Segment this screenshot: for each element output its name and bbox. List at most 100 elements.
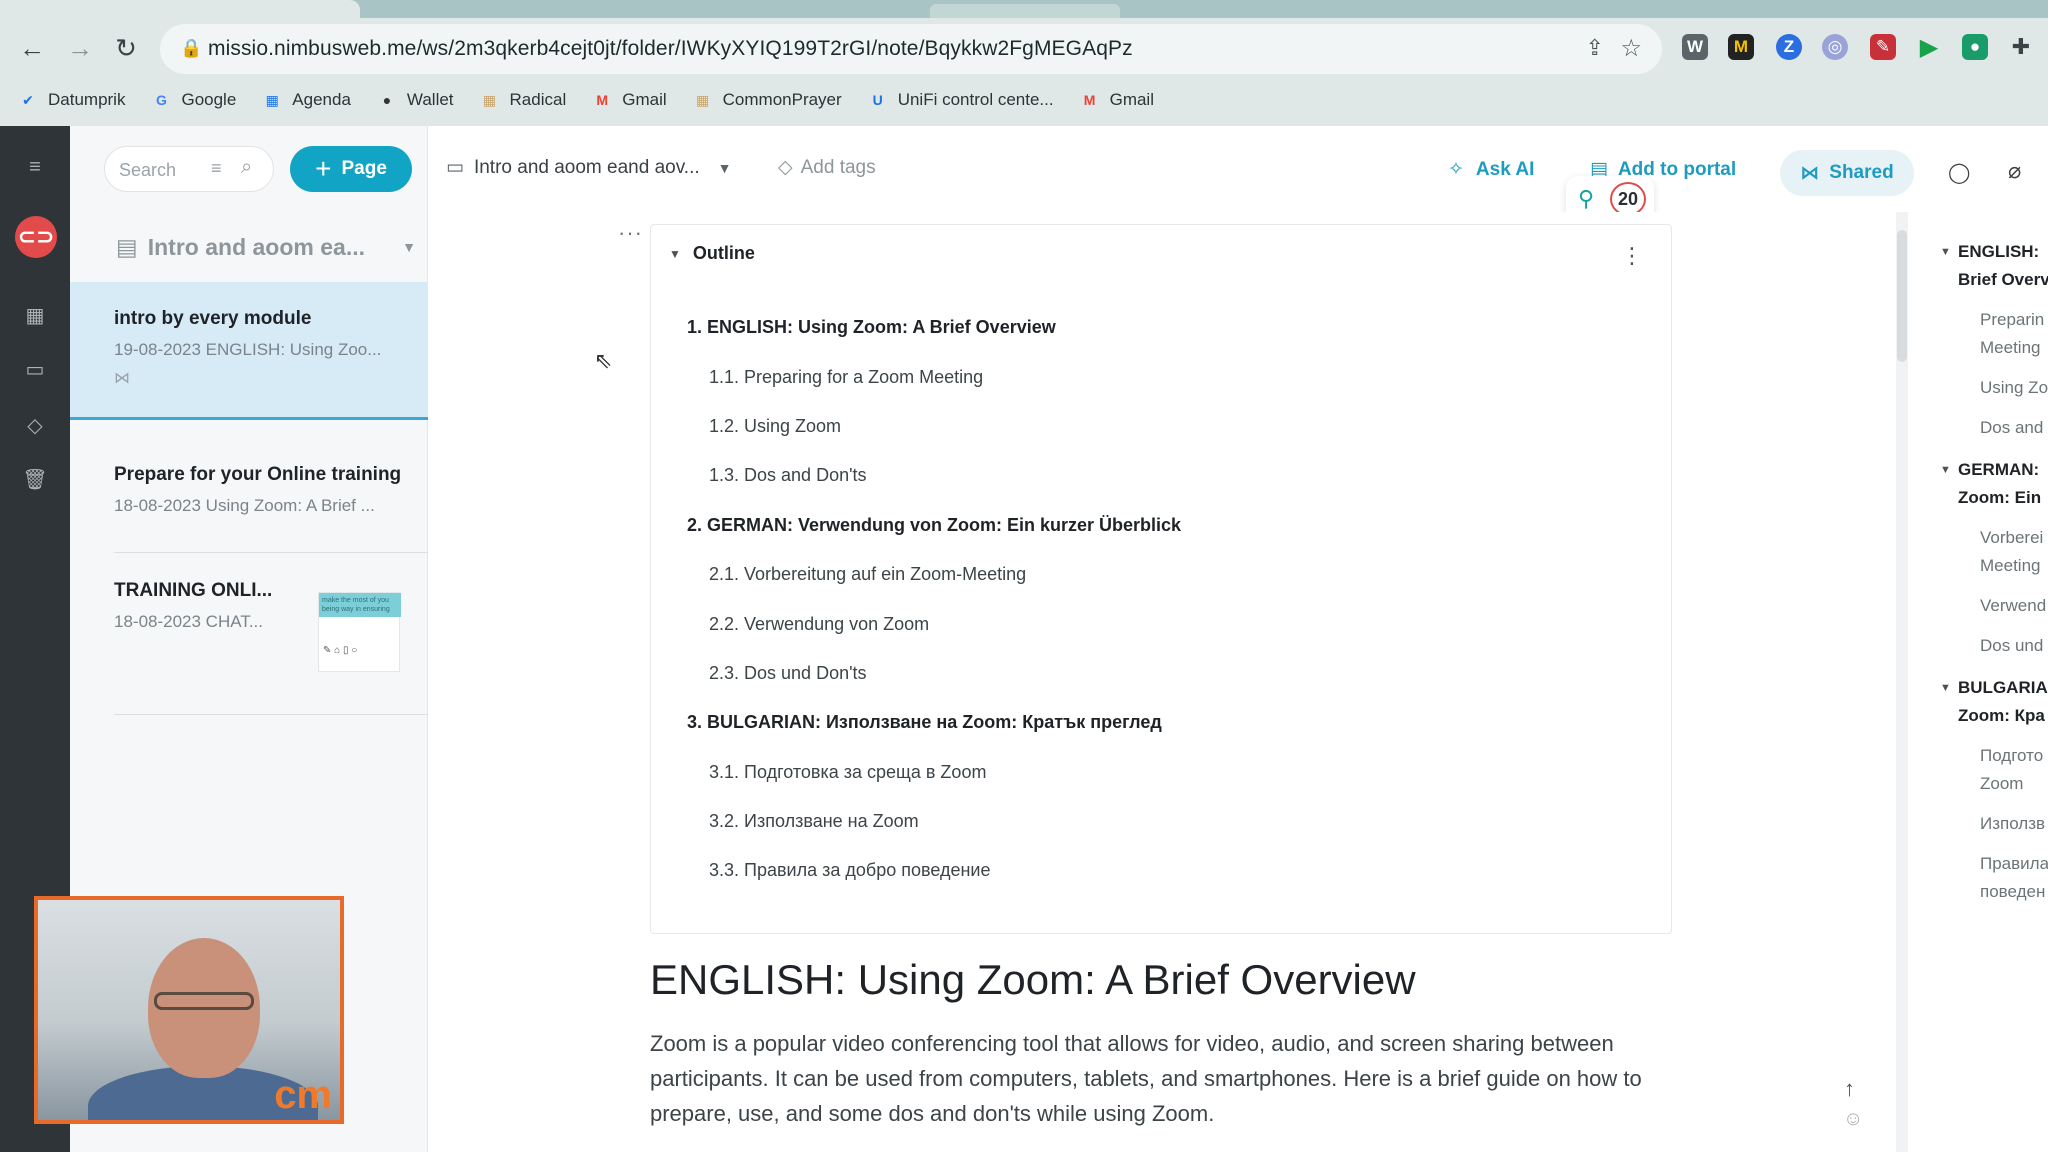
- toc-subitem[interactable]: Подгото: [1980, 746, 2043, 766]
- toc-subitem[interactable]: Using Zo: [1980, 378, 2048, 398]
- search-icon[interactable]: ⌕: [241, 156, 252, 179]
- folder-icon[interactable]: ▭: [22, 356, 48, 382]
- forward-button[interactable]: →: [62, 30, 98, 66]
- extension-green-icon[interactable]: ●: [1962, 34, 1988, 60]
- note-item-prepare[interactable]: Prepare for your Online training 18-08-2…: [70, 444, 428, 554]
- chevron-down-icon[interactable]: ▼: [402, 239, 416, 255]
- trash-icon[interactable]: 🗑: [22, 466, 48, 492]
- filter-icon[interactable]: ≡: [211, 158, 222, 179]
- url-text[interactable]: missio.nimbusweb.me/ws/2m3qkerb4cejt0jt/…: [208, 37, 1133, 61]
- outline-item[interactable]: 3.1. Подготовка за среща в Zoom: [687, 748, 1181, 797]
- bookmark-item[interactable]: ● Wallet: [377, 86, 454, 114]
- bookmark-star-icon[interactable]: ☆: [1620, 34, 1642, 63]
- collapse-triangle-icon[interactable]: ▼: [669, 247, 681, 261]
- note-item-training[interactable]: TRAINING ONLI... 18-08-2023 CHAT... make…: [70, 554, 428, 694]
- outline-item[interactable]: 2.2. Verwendung von Zoom: [687, 599, 1181, 648]
- divider: [114, 552, 428, 553]
- toc-subitem[interactable]: Meeting: [1980, 338, 2040, 358]
- active-tab[interactable]: [0, 0, 360, 18]
- toc-heading[interactable]: BULGARIA: [1958, 678, 2048, 698]
- bookmark-item[interactable]: ▦ Radical: [480, 86, 566, 114]
- section-paragraph[interactable]: Zoom is a popular video conferencing too…: [650, 1026, 1660, 1131]
- chevron-down-icon[interactable]: ▼: [718, 160, 732, 176]
- dashboard-grid-icon[interactable]: ▦: [22, 302, 48, 328]
- toc-heading[interactable]: ENGLISH:: [1958, 242, 2039, 262]
- toc-subitem[interactable]: Dos and: [1980, 418, 2043, 438]
- extension-m-icon[interactable]: M: [1728, 34, 1754, 60]
- editor-scrollbar[interactable]: [1896, 212, 1908, 1152]
- toc-heading[interactable]: Brief Overv: [1958, 270, 2048, 290]
- toc-heading[interactable]: Zoom: Ein: [1958, 488, 2041, 508]
- google-icon: G: [156, 92, 167, 108]
- bookmark-item[interactable]: ✔ Datumprik: [18, 86, 125, 114]
- scrollbar-thumb[interactable]: [1897, 230, 1907, 362]
- bookmark-item[interactable]: ▦ CommonPrayer: [693, 86, 842, 114]
- bookmark-item[interactable]: M Gmail: [592, 86, 666, 114]
- toc-heading[interactable]: GERMAN:: [1958, 460, 2039, 480]
- reload-button[interactable]: ↻: [108, 30, 144, 66]
- toc-collapse-icon[interactable]: ▼: [1940, 246, 1951, 258]
- outline-item[interactable]: 1.3. Dos and Don'ts: [687, 451, 1181, 500]
- outline-item[interactable]: 2.1. Vorbereitung auf ein Zoom-Meeting: [687, 550, 1181, 599]
- toc-subitem[interactable]: Meeting: [1980, 556, 2040, 576]
- section-heading[interactable]: ENGLISH: Using Zoom: A Brief Overview: [650, 956, 1416, 1004]
- extensions-puzzle-icon[interactable]: ✚: [2008, 34, 2034, 60]
- new-page-button[interactable]: + Page: [290, 146, 412, 192]
- toc-subitem[interactable]: Preparin: [1980, 310, 2044, 330]
- bookmark-label: Datumprik: [48, 90, 126, 109]
- outline-item[interactable]: 2. GERMAN: Verwendung von Zoom: Ein kurz…: [687, 501, 1181, 550]
- toc-subitem[interactable]: Използв: [1980, 814, 2045, 834]
- outline-item[interactable]: 3.2. Използване на Zoom: [687, 797, 1181, 846]
- bookmark-item[interactable]: U UniFi control cente...: [868, 86, 1054, 114]
- outline-list: 1. ENGLISH: Using Zoom: A Brief Overview…: [687, 303, 1181, 896]
- shared-button[interactable]: ⋈ Shared: [1780, 150, 1914, 196]
- toc-subitem[interactable]: поведен: [1980, 882, 2045, 902]
- breadcrumb[interactable]: ▭ Intro and aoom eand aov... ▼: [446, 156, 732, 179]
- outline-item[interactable]: 3.3. Правила за добро поведение: [687, 846, 1181, 895]
- toc-heading[interactable]: Zoom: Кра: [1958, 706, 2045, 726]
- ask-ai-button[interactable]: ✧ Ask AI: [1448, 158, 1534, 181]
- note-subtitle: 18-08-2023 CHAT...: [114, 612, 263, 631]
- emoji-icon[interactable]: ☺: [1843, 1108, 1863, 1131]
- extension-pdf-icon[interactable]: ✎: [1870, 34, 1896, 60]
- comments-icon[interactable]: ◯: [1948, 160, 1970, 185]
- note-item-intro[interactable]: intro by every module 19-08-2023 ENGLISH…: [70, 282, 428, 420]
- outline-header[interactable]: ▼ Outline: [669, 243, 755, 264]
- address-bar[interactable]: 🔒 missio.nimbusweb.me/ws/2m3qkerb4cejt0j…: [160, 24, 1662, 74]
- search-input[interactable]: Search ≡ ⌕: [104, 146, 274, 192]
- outline-title: Outline: [692, 243, 755, 263]
- kebab-menu-icon[interactable]: ⋮: [1621, 243, 1643, 269]
- extension-w-icon[interactable]: W: [1682, 34, 1708, 60]
- shared-icon: ⋈: [114, 370, 130, 387]
- extension-play-icon[interactable]: ▶: [1916, 34, 1942, 61]
- outline-item[interactable]: 1.1. Preparing for a Zoom Meeting: [687, 352, 1181, 401]
- menu-icon[interactable]: ≡: [22, 154, 48, 180]
- scroll-to-top-icon[interactable]: ↑: [1844, 1076, 1855, 1102]
- tag-icon[interactable]: ◇: [22, 412, 48, 438]
- toc-subitem[interactable]: Правила: [1980, 854, 2048, 874]
- outline-item[interactable]: 1. ENGLISH: Using Zoom: A Brief Overview: [687, 303, 1181, 352]
- outline-item[interactable]: 2.3. Dos und Don'ts: [687, 649, 1181, 698]
- note-editor[interactable]: ··· ▼ Outline ⋮ 1. ENGLISH: Using Zoom: …: [428, 212, 1896, 1152]
- browser-tab[interactable]: [930, 4, 1120, 18]
- toc-subitem[interactable]: Verwend: [1980, 596, 2046, 616]
- extension-z-icon[interactable]: Z: [1776, 34, 1802, 60]
- bookmark-item[interactable]: G Google: [151, 86, 236, 114]
- back-button[interactable]: ←: [14, 30, 50, 66]
- block-options-icon[interactable]: ···: [618, 220, 643, 246]
- outline-item[interactable]: 1.2. Using Zoom: [687, 402, 1181, 451]
- toc-subitem[interactable]: Zoom: [1980, 774, 2023, 794]
- outline-item[interactable]: 3. BULGARIAN: Използване на Zoom: Кратък…: [687, 698, 1181, 747]
- extension-circle-icon[interactable]: ◎: [1822, 34, 1848, 60]
- folder-title[interactable]: ▤ Intro and aoom ea... ▼: [116, 230, 416, 264]
- workspace-logo[interactable]: ⊂⊃: [15, 216, 57, 258]
- toc-subitem[interactable]: Dos und: [1980, 636, 2043, 656]
- share-page-icon[interactable]: ⇪: [1586, 35, 1604, 61]
- bookmark-item[interactable]: M Gmail: [1080, 86, 1154, 114]
- bookmark-item[interactable]: ▦ Agenda: [262, 86, 351, 114]
- attachment-icon[interactable]: ⌀: [2008, 158, 2021, 184]
- toc-collapse-icon[interactable]: ▼: [1940, 682, 1951, 694]
- toc-collapse-icon[interactable]: ▼: [1940, 464, 1951, 476]
- toc-subitem[interactable]: Vorberei: [1980, 528, 2043, 548]
- add-tags-button[interactable]: ◇ Add tags: [778, 156, 876, 179]
